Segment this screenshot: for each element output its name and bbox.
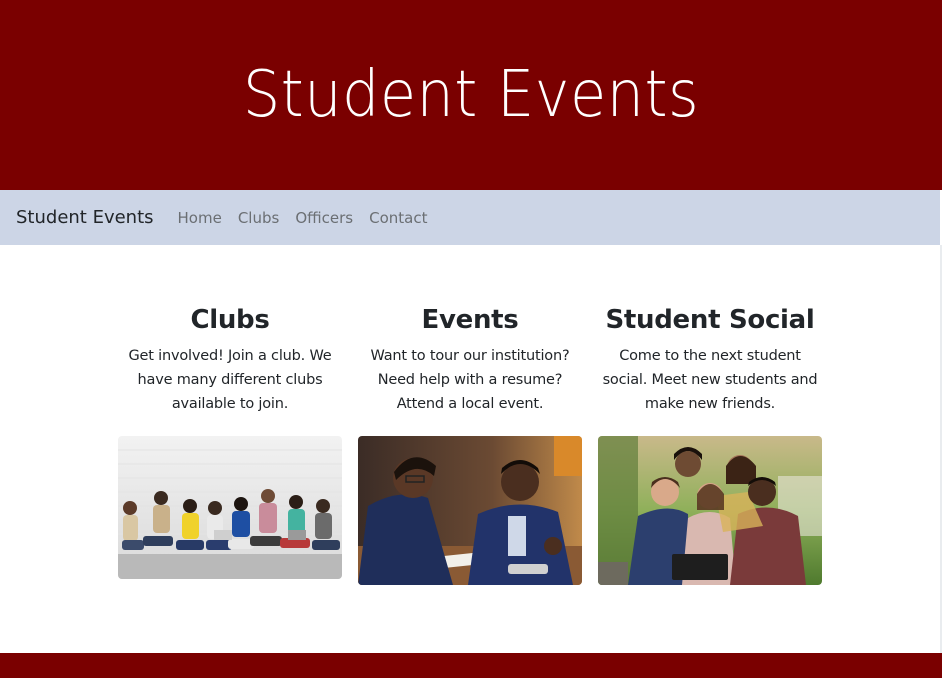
nav-link-officers[interactable]: Officers	[295, 209, 353, 227]
navbar-brand[interactable]: Student Events	[16, 207, 154, 228]
footer-bar	[0, 653, 942, 678]
card-text: Come to the next student social. Meet ne…	[602, 348, 818, 412]
nav-link-home[interactable]: Home	[178, 209, 222, 227]
card-title: Events	[421, 305, 519, 335]
nav-link-clubs[interactable]: Clubs	[238, 209, 279, 227]
card-title: Student Social	[605, 305, 815, 335]
events-image	[358, 436, 582, 585]
student-social-image	[598, 436, 822, 585]
card-title: Clubs	[190, 305, 270, 335]
page: Student Events Student Events Home Clubs…	[0, 0, 942, 678]
clubs-image	[118, 436, 342, 579]
cards-row: Clubs Get involved! Join a club. We have…	[118, 300, 822, 585]
card-student-social: Student Social Come to the next student …	[598, 300, 822, 585]
hero-title: Student Events	[242, 58, 700, 132]
nav-link-contact[interactable]: Contact	[369, 209, 427, 227]
card-events: Events Want to tour our institution? Nee…	[358, 300, 582, 585]
card-text: Want to tour our institution? Need help …	[370, 348, 570, 412]
card-clubs: Clubs Get involved! Join a club. We have…	[118, 300, 342, 585]
hero-banner: Student Events	[0, 0, 942, 190]
card-text: Get involved! Join a club. We have many …	[128, 348, 332, 412]
navbar: Student Events Home Clubs Officers Conta…	[0, 190, 940, 245]
